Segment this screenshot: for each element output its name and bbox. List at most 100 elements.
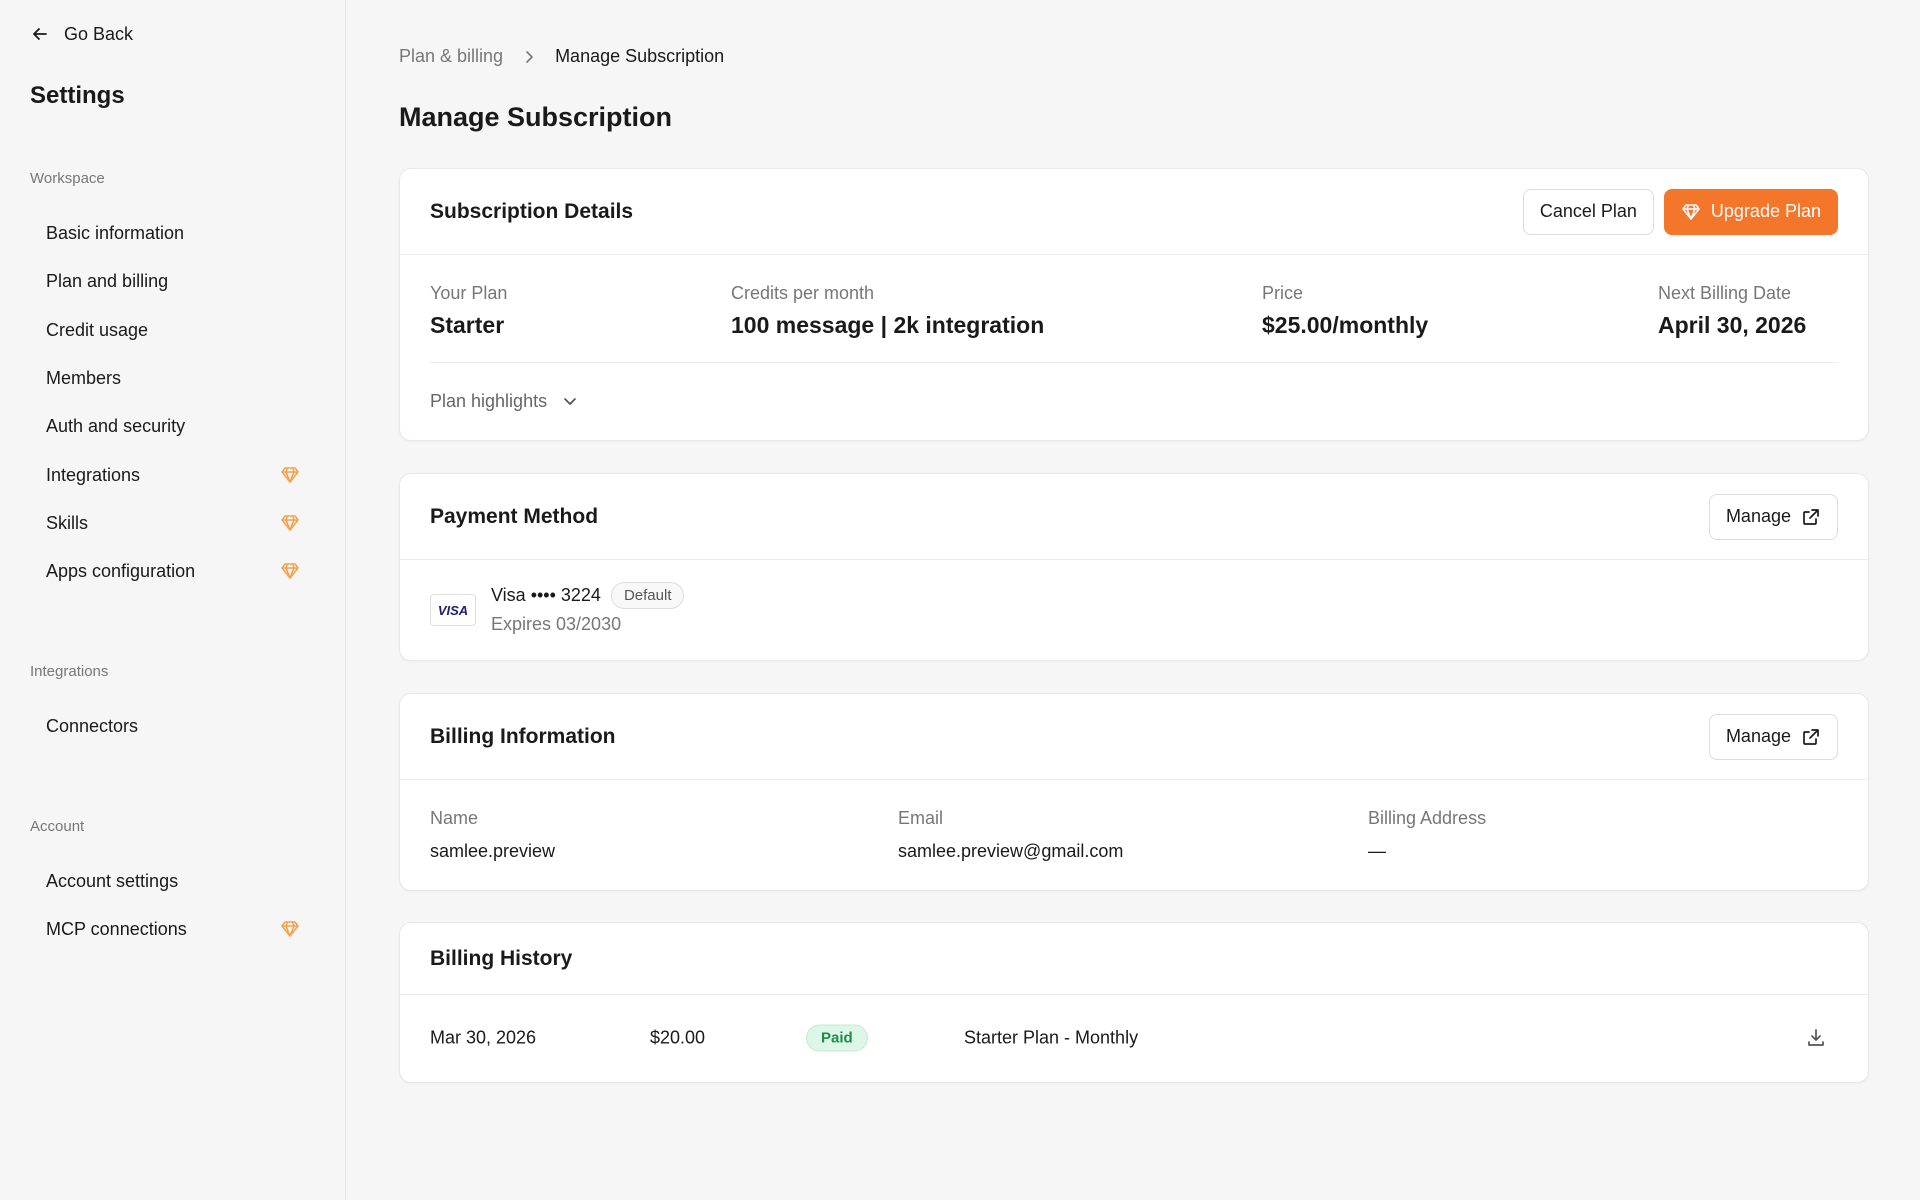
sidebar-item-label: Connectors bbox=[46, 715, 139, 736]
billing-information-title: Billing Information bbox=[430, 724, 616, 748]
sidebar-item-label: Skills bbox=[46, 512, 89, 533]
subscription-details-card: Subscription Details Cancel Plan Upgrade… bbox=[399, 168, 1869, 441]
credits-field: Credits per month 100 message | 2k integ… bbox=[731, 283, 1044, 339]
billing-info-header: Billing Information Manage bbox=[400, 694, 1868, 780]
diamond-icon bbox=[281, 563, 299, 579]
payment-card-header: Payment Method Manage bbox=[400, 474, 1868, 560]
sidebar-item-integrations[interactable]: Integrations bbox=[30, 455, 310, 495]
payment-method-card: Payment Method Manage VISA Visa •••• 322… bbox=[399, 473, 1869, 661]
plan-highlights-label: Plan highlights bbox=[430, 390, 548, 411]
price-label: Price bbox=[1262, 283, 1304, 303]
breadcrumb: Plan & billing Manage Subscription bbox=[399, 46, 724, 67]
sidebar-item-basic-information[interactable]: Basic information bbox=[30, 213, 310, 253]
billing-history-header: Billing History bbox=[400, 923, 1868, 995]
go-back-button[interactable]: Go Back bbox=[30, 20, 133, 48]
manage-payment-label: Manage bbox=[1725, 506, 1791, 526]
subscription-actions: Cancel Plan Upgrade Plan bbox=[1522, 188, 1838, 235]
card-line: Visa •••• 3224 Default bbox=[491, 582, 685, 609]
external-link-icon bbox=[1803, 728, 1819, 745]
sidebar-item-skills[interactable]: Skills bbox=[30, 503, 310, 543]
billing-name-label: Name bbox=[430, 808, 479, 828]
sidebar-item-label: Basic information bbox=[46, 222, 185, 243]
section-label-integrations: Integrations bbox=[30, 663, 109, 680]
your-plan-field: Your Plan Starter bbox=[430, 283, 507, 339]
billing-information-card: Billing Information Manage Name samlee.p… bbox=[399, 693, 1869, 891]
billing-history-card: Billing History Mar 30, 2026 $20.00 Paid… bbox=[399, 922, 1869, 1083]
chevron-down-icon bbox=[564, 398, 576, 405]
billing-name-field: Name samlee.preview bbox=[430, 808, 555, 862]
subscription-card-header: Subscription Details Cancel Plan Upgrade… bbox=[400, 169, 1868, 255]
invoice-description: Starter Plan - Monthly bbox=[964, 1027, 1139, 1048]
sidebar-item-auth-and-security[interactable]: Auth and security bbox=[30, 406, 310, 446]
settings-sidebar: Go Back Settings Workspace Basic informa… bbox=[0, 0, 346, 1200]
sidebar-item-label: Members bbox=[46, 367, 122, 388]
table-row: Mar 30, 2026 $20.00 Paid Starter Plan - … bbox=[400, 995, 1868, 1081]
manage-payment-button[interactable]: Manage bbox=[1708, 493, 1838, 540]
plan-highlights-toggle[interactable]: Plan highlights bbox=[430, 363, 1838, 439]
visa-logo: VISA bbox=[430, 594, 476, 626]
sidebar-item-mcp-connections[interactable]: MCP connections bbox=[30, 909, 310, 949]
breadcrumb-current: Manage Subscription bbox=[555, 46, 725, 66]
credits-label: Credits per month bbox=[731, 283, 875, 303]
card-number: Visa •••• 3224 bbox=[491, 585, 601, 605]
go-back-label: Go Back bbox=[64, 23, 134, 44]
billing-name-value: samlee.preview bbox=[430, 841, 556, 861]
credits-value: 100 message | 2k integration bbox=[731, 312, 1045, 338]
cancel-plan-button[interactable]: Cancel Plan bbox=[1522, 188, 1654, 235]
billing-address-field: Billing Address — bbox=[1368, 808, 1486, 862]
price-field: Price $25.00/monthly bbox=[1262, 283, 1428, 339]
subscription-summary: Your Plan Starter Credits per month 100 … bbox=[430, 255, 1838, 363]
sidebar-item-label: MCP connections bbox=[46, 918, 187, 939]
sidebar-item-label: Account settings bbox=[46, 870, 179, 891]
billing-address-label: Billing Address bbox=[1368, 808, 1487, 828]
settings-title: Settings bbox=[30, 82, 125, 109]
diamond-icon bbox=[281, 515, 299, 531]
upgrade-plan-button[interactable]: Upgrade Plan bbox=[1663, 188, 1838, 235]
section-label-workspace: Workspace bbox=[30, 170, 105, 187]
subscription-details-title: Subscription Details bbox=[430, 199, 634, 223]
your-plan-label: Your Plan bbox=[430, 283, 508, 303]
card-expiry: Expires 03/2030 bbox=[491, 614, 622, 634]
download-icon[interactable] bbox=[1805, 1027, 1827, 1049]
sidebar-item-apps-configuration[interactable]: Apps configuration bbox=[30, 551, 310, 591]
invoice-date: Mar 30, 2026 bbox=[430, 1027, 537, 1048]
sidebar-item-members[interactable]: Members bbox=[30, 358, 310, 398]
external-link-icon bbox=[1803, 508, 1819, 525]
breadcrumb-plan-billing-link[interactable]: Plan & billing bbox=[399, 46, 503, 67]
diamond-icon bbox=[281, 921, 299, 937]
billing-email-field: Email samlee.preview@gmail.com bbox=[898, 808, 1123, 862]
arrow-left-icon bbox=[33, 28, 47, 40]
diamond-icon bbox=[1682, 203, 1700, 220]
next-billing-value: April 30, 2026 bbox=[1658, 312, 1807, 338]
sidebar-item-plan-and-billing[interactable]: Plan and billing bbox=[30, 261, 310, 301]
sidebar-item-label: Auth and security bbox=[46, 415, 186, 436]
sidebar-item-account-settings[interactable]: Account settings bbox=[30, 861, 310, 901]
upgrade-plan-label: Upgrade Plan bbox=[1710, 201, 1821, 221]
invoice-amount: $20.00 bbox=[650, 1027, 706, 1048]
billing-history-title: Billing History bbox=[430, 946, 573, 970]
next-billing-label: Next Billing Date bbox=[1658, 283, 1792, 303]
section-label-account: Account bbox=[30, 818, 85, 835]
sidebar-item-label: Integrations bbox=[46, 464, 141, 485]
status-badge: Paid bbox=[806, 1024, 868, 1052]
billing-info-body: Name samlee.preview Email samlee.preview… bbox=[400, 780, 1868, 890]
payment-method-title: Payment Method bbox=[430, 504, 599, 528]
next-billing-field: Next Billing Date April 30, 2026 bbox=[1658, 283, 1806, 339]
sidebar-item-label: Plan and billing bbox=[46, 270, 169, 291]
sidebar-item-label: Credit usage bbox=[46, 319, 149, 340]
your-plan-value: Starter bbox=[430, 312, 505, 338]
price-value: $25.00/monthly bbox=[1262, 312, 1429, 338]
sidebar-item-connectors[interactable]: Connectors bbox=[30, 706, 310, 746]
billing-email-label: Email bbox=[898, 808, 944, 828]
billing-email-value: samlee.preview@gmail.com bbox=[898, 841, 1124, 861]
chevron-right-icon bbox=[526, 50, 533, 63]
payment-card-body: VISA Visa •••• 3224 Default Expires 03/2… bbox=[400, 560, 1868, 660]
diamond-icon bbox=[281, 467, 299, 483]
sidebar-item-label: Apps configuration bbox=[46, 560, 196, 581]
manage-billing-label: Manage bbox=[1725, 726, 1791, 746]
page-title: Manage Subscription bbox=[399, 102, 673, 132]
manage-billing-button[interactable]: Manage bbox=[1708, 713, 1838, 760]
default-badge: Default bbox=[610, 582, 685, 609]
sidebar-item-credit-usage[interactable]: Credit usage bbox=[30, 310, 310, 350]
billing-address-value: — bbox=[1368, 841, 1386, 861]
